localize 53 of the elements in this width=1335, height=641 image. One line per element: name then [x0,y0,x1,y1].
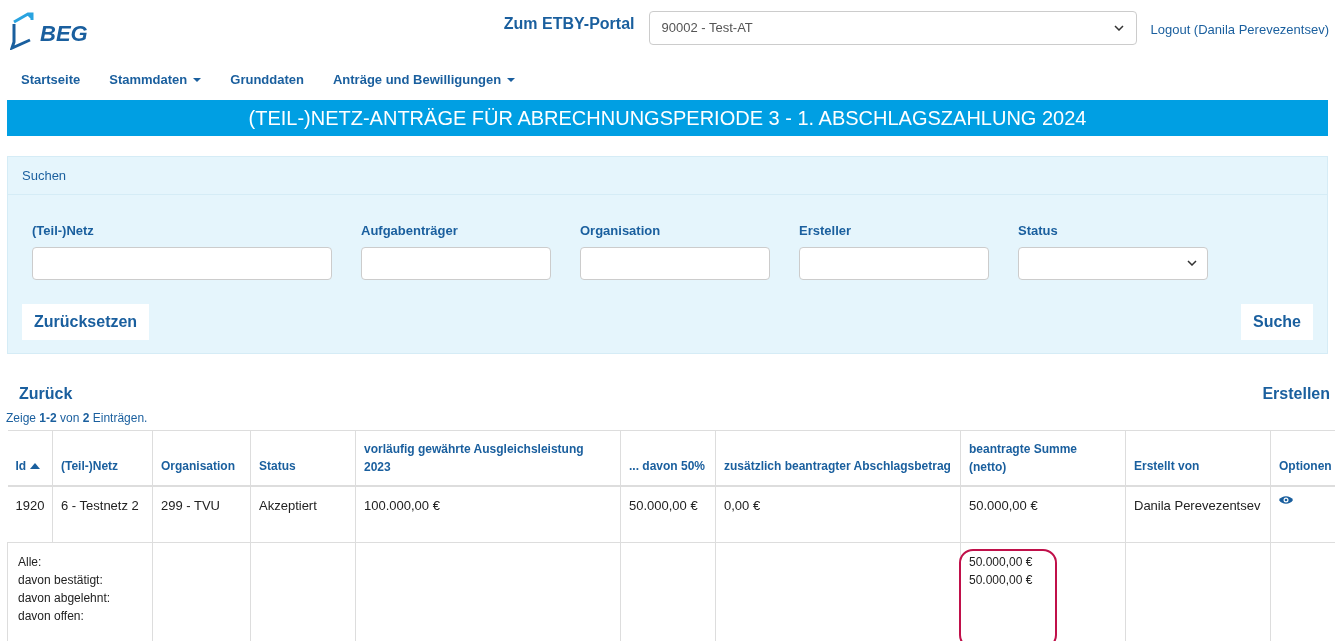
chevron-down-icon [1187,260,1197,266]
input-field[interactable] [361,246,551,280]
entries-summary: Zeige 1-2 von 2 Einträgen. [6,411,148,425]
table-cell: 100.000,00 € [364,497,440,513]
totals-value: 50.000,00 € [969,572,1034,589]
field-label: Status [1018,222,1059,240]
field-label: (Teil-)Netz [32,222,95,240]
totals-value: 50.000,00 € [969,554,1034,571]
column-header[interactable]: Optionen [1279,457,1332,475]
chevron-down-icon [1113,25,1124,31]
back-link[interactable]: Zurück [19,382,73,406]
nav-item[interactable]: Anträge und Bewilligungen [332,70,516,90]
field-label: Organisation [580,222,662,240]
input-field[interactable] [799,246,989,280]
status-select[interactable] [1018,246,1208,280]
totals-label: davon offen: [18,608,85,625]
input-field[interactable] [580,246,770,280]
field-label: Ersteller [799,222,853,240]
eye-icon[interactable] [1279,494,1293,505]
page-title: (TEIL-)NETZ-ANTRÄGE FÜR ABRECHNUNGSPERIODE 3 - 1. ABSCHLAGSZAHLUNG 2024 [248,106,1087,131]
table-cell: 0,00 € [724,497,761,513]
table-cell: 6 - Testnetz 2 [61,497,139,513]
totals-label: davon abgelehnt: [18,590,112,607]
field-label: Aufgabenträger [361,222,459,240]
portal-link[interactable]: Zum ETBY-Portal [503,12,635,36]
organisation-select[interactable]: 90002 - Test-AT [648,11,1137,45]
column-header[interactable]: Erstellt von [1134,457,1200,475]
table-cell: 50.000,00 € [969,497,1038,513]
search-button[interactable]: Suche [1241,303,1313,340]
column-header[interactable]: (Teil-)Netz [61,457,119,475]
logo-text: BEG [40,19,88,48]
column-header[interactable]: ... davon 50% [629,457,706,475]
column-header[interactable]: Id [15,457,41,475]
table-cell: 50.000,00 € [629,497,698,513]
logout-link[interactable]: Logout (Danila Perevezentsev) [1150,20,1329,40]
table-cell: 1920 [15,497,45,513]
column-header[interactable]: zusätzlich beantragter Abschlagsbetrag [724,457,951,475]
column-header[interactable]: vorläufig gewährte Ausgleichsleistung 2023 [364,439,612,476]
table-cell: 299 - TVU [161,497,220,513]
create-link[interactable]: Erstellen [1262,382,1330,406]
table-cell: Akzeptiert [259,497,317,513]
nav-item[interactable]: Startseite [21,70,81,90]
table-cell: Danila Perevezentsev [1134,497,1261,513]
totals-label: davon bestätigt: [18,572,104,589]
nav-item[interactable]: Stammdaten [109,70,202,90]
column-header[interactable]: beantragte Summe (netto) [969,439,1117,476]
column-header[interactable]: Organisation [161,457,235,475]
reset-button[interactable]: Zurücksetzen [22,303,150,340]
column-header[interactable]: Status [259,457,296,475]
nav-item[interactable]: Grunddaten [230,70,304,90]
totals-label: Alle: [18,554,43,571]
search-panel-title: Suchen [22,166,67,185]
input-field[interactable] [32,246,332,280]
